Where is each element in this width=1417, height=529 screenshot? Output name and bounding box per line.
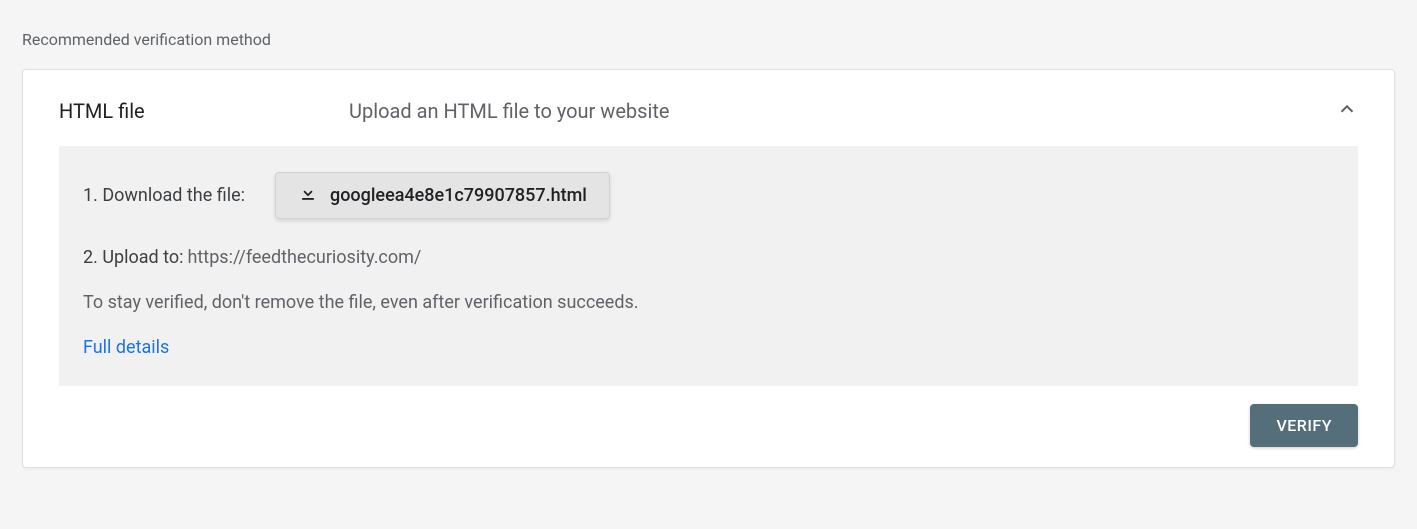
verification-card: HTML file Upload an HTML file to your we…	[22, 69, 1395, 468]
download-icon	[298, 183, 330, 208]
verification-note: To stay verified, don't remove the file,…	[83, 292, 1334, 313]
step-1-label: 1. Download the file:	[83, 185, 245, 206]
verify-button[interactable]: VERIFY	[1250, 404, 1358, 447]
step-2-label: 2. Upload to:	[83, 247, 184, 268]
step-2-row: 2. Upload to: https://feedthecuriosity.c…	[83, 247, 1334, 268]
card-header[interactable]: HTML file Upload an HTML file to your we…	[23, 70, 1394, 146]
section-label: Recommended verification method	[22, 30, 1395, 49]
card-body: 1. Download the file: googleea4e8e1c7990…	[59, 146, 1358, 386]
chevron-up-icon[interactable]	[1332, 94, 1362, 128]
upload-url: https://feedthecuriosity.com/	[188, 247, 422, 268]
download-filename: googleea4e8e1c79907857.html	[330, 185, 587, 206]
download-file-button[interactable]: googleea4e8e1c79907857.html	[275, 172, 610, 219]
full-details-link[interactable]: Full details	[83, 337, 169, 358]
card-subtitle: Upload an HTML file to your website	[349, 99, 1332, 123]
card-footer: VERIFY	[23, 386, 1394, 467]
card-title: HTML file	[59, 99, 349, 123]
step-1-row: 1. Download the file: googleea4e8e1c7990…	[83, 172, 1334, 219]
